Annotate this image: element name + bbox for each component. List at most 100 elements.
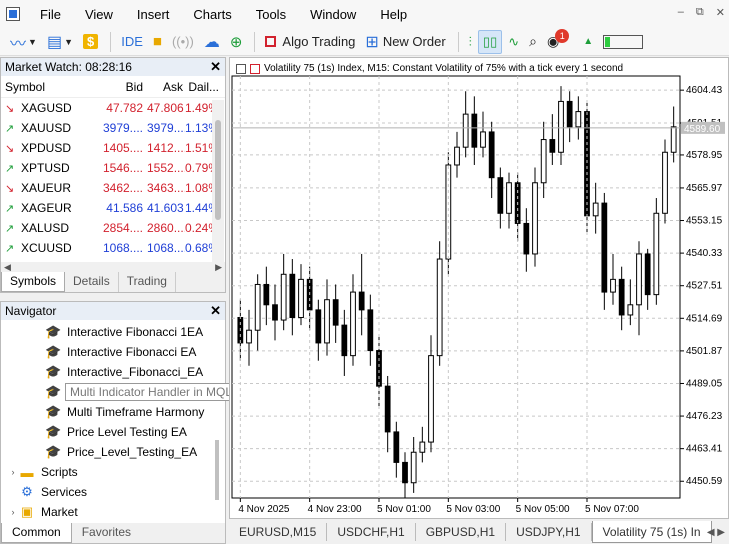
candle-bull — [670, 126, 677, 153]
symbol-row[interactable]: ↗ XAGEUR 41.586 41.603 1.44% — [1, 198, 225, 218]
symbol-name: XAGUSD — [21, 101, 72, 115]
window-controls: – ⧉ ✕ — [678, 6, 725, 19]
market-button[interactable]: $ — [79, 30, 102, 54]
column-symbol[interactable]: Symbol — [1, 80, 97, 94]
expand-arrow-icon[interactable]: › — [7, 507, 19, 517]
navigator-title: Navigator — [5, 304, 57, 318]
candlestick-button[interactable]: ▯▯ — [477, 29, 503, 54]
scroll-right-icon[interactable]: ▶ — [717, 527, 725, 538]
scroll-left-icon[interactable]: ◀ — [4, 262, 11, 272]
expand-arrow-icon[interactable]: › — [7, 467, 19, 477]
tab-scroll-arrows[interactable]: ◀ ▶ — [707, 527, 725, 538]
market-icon: ▣ — [20, 504, 34, 519]
chart-window[interactable]: 4604.434591.514578.954565.974553.154540.… — [229, 57, 729, 519]
scrollbar-thumb[interactable] — [215, 120, 221, 220]
scrollbar-thumb[interactable] — [215, 440, 219, 500]
candle-bull — [662, 151, 668, 214]
account-button[interactable]: ◉ 1 — [543, 28, 577, 54]
symbol-row[interactable]: ↘ XAUEUR 3462.... 3463.... 1.08% — [1, 178, 225, 198]
bid-cell: 1546.... — [102, 161, 143, 175]
candle-bull — [627, 304, 634, 316]
network-button[interactable]: ⊕ — [226, 30, 247, 54]
bid-cell: 3979.... — [102, 121, 143, 135]
tab-common[interactable]: Common — [1, 523, 72, 543]
restore-icon[interactable]: ⧉ — [696, 6, 704, 19]
tab-symbols[interactable]: Symbols — [1, 272, 66, 292]
chart-tab-gbpusd[interactable]: GBPUSD,H1 — [416, 523, 507, 541]
candle-bull — [636, 253, 642, 306]
chart-window-icon[interactable] — [250, 63, 260, 74]
scroll-right-icon[interactable]: ▶ — [215, 262, 222, 272]
symbol-row[interactable]: ↘ XPDUSD 1405.... 1412.... 1.51% — [1, 138, 225, 158]
menu-window[interactable]: Window — [298, 7, 368, 22]
bid-cell: 2854.... — [102, 221, 143, 235]
algo-trading-button[interactable]: Algo Trading — [261, 30, 359, 54]
market-watch-scrollbar[interactable] — [212, 100, 224, 272]
line-button[interactable]: ∿ — [504, 30, 523, 54]
navigator-ea-item[interactable]: 🎓 Interactive_Fibonacci_EA — [1, 362, 225, 382]
vps-button[interactable]: ■ — [149, 30, 166, 54]
candlestick-chart[interactable]: 4604.434591.514578.954565.974553.154540.… — [230, 58, 729, 520]
cloud-button[interactable]: ☁ — [200, 30, 224, 54]
menu-insert[interactable]: Insert — [125, 7, 182, 22]
chevron-down-icon: ▼ — [64, 36, 73, 47]
templates-button[interactable]: ▤ ▼ — [43, 30, 77, 54]
navigator-ea-item[interactable]: 🎓 Price_Level_Testing_EA — [1, 442, 225, 462]
tab-details[interactable]: Details — [65, 272, 119, 292]
menu-file[interactable]: File — [28, 7, 73, 22]
symbol-row[interactable]: ↗ XALUSD 2854.... 2860.... 0.24% — [1, 218, 225, 238]
price-tick-label: 4604.43 — [686, 85, 723, 96]
column-bid[interactable]: Bid — [97, 80, 147, 94]
close-icon[interactable]: ✕ — [210, 59, 221, 75]
navigator-group-services[interactable]: ⚙ Services — [1, 482, 225, 502]
new-order-button[interactable]: ⊞ New Order — [361, 30, 449, 54]
navigator-ea-item[interactable]: 🎓 Interactive Fibonacci EA — [1, 342, 225, 362]
market-watch-hscrollbar[interactable]: ◀ ▶ — [1, 262, 225, 272]
menu-help[interactable]: Help — [368, 7, 419, 22]
symbol-row[interactable]: ↗ XCUUSD 1068.... 1068.... 0.68% — [1, 238, 225, 258]
symbol-row[interactable]: ↗ XPTUSD 1546.... 1552.... 0.79% — [1, 158, 225, 178]
navigator-item-label: Interactive_Fibonacci_EA — [67, 365, 204, 379]
ask-cell: 1068.... — [147, 241, 185, 255]
menu-view[interactable]: View — [73, 7, 125, 22]
close-icon[interactable]: ✕ — [210, 303, 221, 319]
scroll-left-icon[interactable]: ◀ — [707, 527, 715, 538]
close-icon[interactable]: ✕ — [716, 6, 725, 19]
column-ask[interactable]: Ask — [147, 80, 185, 94]
tab-trading[interactable]: Trading — [119, 272, 176, 292]
navigator-group-scripts[interactable]: › ▬ Scripts — [1, 462, 225, 482]
chart-type-button[interactable]: 〰 ▼ — [6, 30, 41, 54]
candle-bull — [540, 139, 547, 184]
navigator-item-label: Interactive Fibonacci 1EA — [67, 325, 204, 339]
minimize-icon[interactable]: – — [678, 6, 684, 19]
navigator-scrollbar[interactable] — [213, 320, 223, 520]
navigator-ea-item[interactable]: 🎓 Price Level Testing EA — [1, 422, 225, 442]
column-daily-change[interactable]: Dail... — [185, 80, 225, 94]
price-tick-label: 4476.23 — [686, 411, 723, 422]
ide-button[interactable]: IDE — [117, 30, 147, 54]
search-button[interactable]: ⌕ — [525, 30, 541, 54]
chart-tab-usdjpy[interactable]: USDJPY,H1 — [506, 523, 592, 541]
signals-button[interactable]: ((•)) — [168, 30, 198, 54]
navigator-ea-item[interactable]: 🎓 Interactive Fibonacci 1EA — [1, 322, 225, 342]
level-button[interactable]: ▲ — [579, 30, 597, 54]
bar-chart-button[interactable]: ⫶ — [465, 30, 476, 54]
price-tick-label: 4565.97 — [686, 183, 723, 194]
navigator-ea-item[interactable]: 🎓 Multi Timeframe Harmony — [1, 402, 225, 422]
candle-bear — [315, 309, 322, 344]
chart-tab-volatility-75[interactable]: Volatility 75 (1s) In — [591, 521, 712, 543]
menu-bar: File View Insert Charts Tools Window Hel… — [0, 0, 729, 28]
symbol-row[interactable]: ↘ XAGUSD 47.782 47.806 1.49% — [1, 98, 225, 118]
symbol-row[interactable]: ↗ XAUUSD 3979.... 3979.... 1.13% — [1, 118, 225, 138]
menu-tools[interactable]: Tools — [244, 7, 298, 22]
tab-favorites[interactable]: Favorites — [72, 523, 141, 543]
candle-bull — [246, 329, 252, 344]
menu-charts[interactable]: Charts — [181, 7, 243, 22]
bid-cell: 41.586 — [106, 201, 143, 215]
chart-tab-eurusd[interactable]: EURUSD,M15 — [229, 523, 328, 541]
chart-tab-usdchf[interactable]: USDCHF,H1 — [327, 523, 416, 541]
ask-cell: 47.806 — [147, 101, 184, 115]
market-watch-header: Market Watch: 08:28:16 ✕ — [1, 58, 225, 76]
navigator-group-market[interactable]: › ▣ Market — [1, 502, 225, 522]
chart-menu-icon[interactable] — [236, 63, 246, 74]
